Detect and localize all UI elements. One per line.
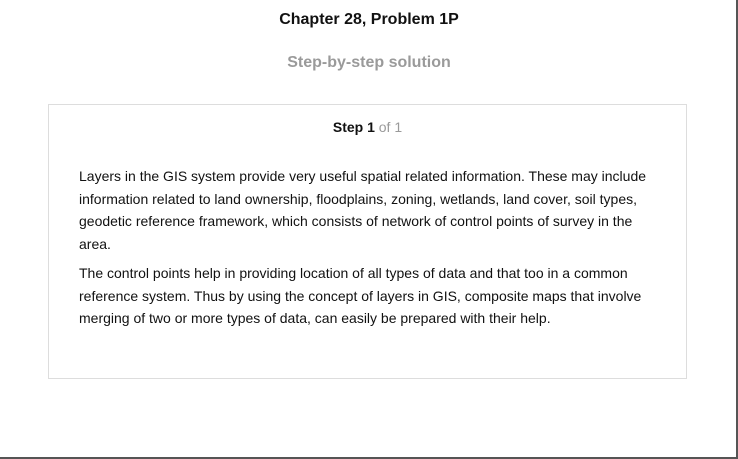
step-paragraph-2: The control points help in providing loc… bbox=[79, 265, 642, 326]
step-label: Step 1 bbox=[332, 119, 375, 135]
step-body: Layers in the GIS system provide very us… bbox=[79, 165, 664, 337]
step-paragraph-1: Layers in the GIS system provide very us… bbox=[79, 168, 647, 252]
step-header: Step 1 of 1 bbox=[49, 119, 686, 135]
solution-subtitle: Step-by-step solution bbox=[287, 54, 451, 71]
chapter-title: Chapter 28, Problem 1P bbox=[279, 11, 459, 28]
step-count: of 1 bbox=[378, 119, 403, 135]
step-card: Step 1 of 1 Layers in the GIS system pro… bbox=[48, 104, 687, 379]
